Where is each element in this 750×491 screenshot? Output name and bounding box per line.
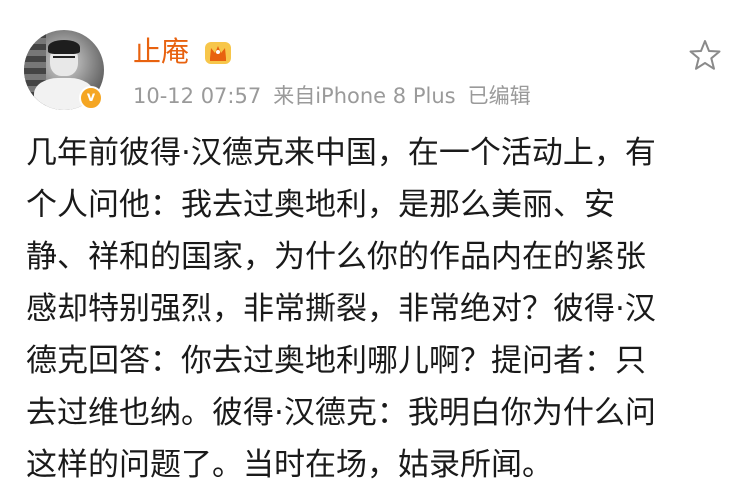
avatar-hair — [48, 40, 80, 54]
post-source[interactable]: 来自iPhone 8 Plus — [273, 84, 455, 108]
content-line: 静、祥和的国家，为什么你的作品内在的紧张 — [26, 239, 646, 275]
avatar-glasses — [53, 56, 75, 63]
content-line: 这样的问题了。当时在场，姑录所闻。 — [26, 447, 553, 483]
content-line: 个人问他：我去过奥地利，是那么美丽、安 — [26, 187, 615, 223]
author-name[interactable]: 止庵 — [133, 34, 189, 70]
content-line: 几年前彼得·汉德克来中国，在一个活动上，有 — [26, 135, 656, 171]
edited-label[interactable]: 已编辑 — [468, 84, 531, 108]
post-meta: 10-12 07:57 来自iPhone 8 Plus 已编辑 — [133, 82, 543, 110]
content-line: 感却特别强烈，非常撕裂，非常绝对？彼得·汉 — [26, 291, 656, 327]
crown-icon[interactable] — [203, 38, 233, 66]
weibo-post: v 止庵 10-12 07:57 来自iPhone 8 Plus 已编辑 几年前彼得… — [0, 0, 750, 483]
content-line: 德克回答：你去过奥地利哪儿啊？提问者：只 — [26, 343, 646, 379]
star-icon[interactable] — [688, 38, 722, 72]
post-content: 几年前彼得·汉德克来中国，在一个活动上，有 个人问他：我去过奥地利，是那么美丽、… — [26, 127, 726, 491]
post-timestamp: 10-12 07:57 — [133, 84, 262, 108]
content-line: 去过维也纳。彼得·汉德克：我明白你为什么问 — [26, 395, 656, 431]
verified-badge-icon: v — [79, 86, 103, 110]
